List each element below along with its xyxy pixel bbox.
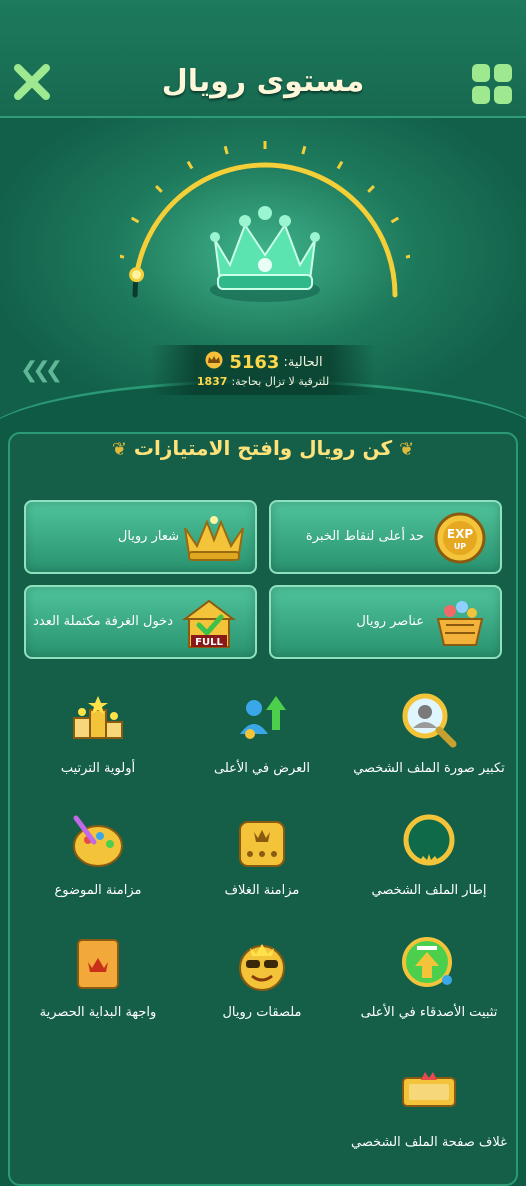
feature-label: تكبير صورة الملف الشخصي (353, 761, 505, 776)
level-progress-gauge (120, 141, 410, 302)
gauge-tick (301, 145, 307, 155)
card-exp-cap[interactable]: حد أعلى لنقاط الخبرة EXP UP (269, 500, 502, 574)
feature-label: إطار الملف الشخصي (371, 883, 487, 898)
gauge-tick (120, 253, 125, 259)
svg-text:UP: UP (454, 542, 466, 551)
card-label: دخول الغرفة مكتملة العدد (33, 613, 173, 629)
splash-screen-icon (68, 934, 128, 994)
page-title: مستوى رويال (161, 64, 365, 99)
gauge-tick (155, 185, 163, 193)
royal-sticker-icon (232, 934, 292, 994)
gauge-tick (130, 216, 140, 224)
gauge-tick (367, 185, 375, 193)
gauge-tick (186, 160, 194, 170)
upgrade-label: للترقية لا تزال بحاجة: (231, 375, 330, 388)
feature-label: العرض في الأعلى (214, 761, 310, 776)
card-label: شعار رويال (117, 528, 179, 544)
feature-magnify-avatar[interactable]: تكبير صورة الملف الشخصي (349, 690, 509, 780)
gauge-tick (390, 216, 400, 224)
feature-cover-sync[interactable]: مزامنة الغلاف (182, 812, 342, 902)
gauge-tick (405, 253, 410, 259)
card-label: حد أعلى لنقاط الخبرة (305, 528, 424, 544)
gauge-knob (129, 267, 145, 283)
feature-label: واجهة البداية الحصرية (39, 1005, 157, 1020)
card-royal-badge[interactable]: شعار رويال (24, 500, 257, 574)
card-full-room[interactable]: دخول الغرفة مكتملة العدد FULL (24, 585, 257, 659)
grid-menu-icon[interactable] (472, 64, 512, 104)
current-label: الحالية: (283, 354, 323, 370)
avatar-frame-icon (399, 812, 459, 872)
feature-avatar-frame[interactable]: إطار الملف الشخصي (349, 812, 509, 902)
feature-exclusive-splash[interactable]: واجهة البداية الحصرية (18, 934, 178, 1024)
profile-cover-icon (399, 1064, 459, 1124)
feature-pin-friends[interactable]: تثبيت الأصدقاء في الأعلى (349, 934, 509, 1024)
royal-crown-icon (179, 510, 249, 566)
privileges-title-row: ❦ كن رويال وافتح الامتيازات ❦ (0, 436, 526, 460)
gauge-tick (336, 160, 344, 170)
svg-text:EXP: EXP (447, 527, 473, 541)
feature-theme-sync[interactable]: مزامنة الموضوع (18, 812, 178, 902)
full-room-icon: FULL (181, 595, 237, 651)
feature-profile-cover[interactable]: غلاف صفحة الملف الشخصي (349, 1064, 509, 1154)
feature-royal-stickers[interactable]: ملصقات رويال (182, 934, 342, 1024)
feature-label: مزامنة الغلاف (224, 883, 300, 898)
magnify-avatar-icon (399, 690, 459, 750)
podium-icon (68, 690, 128, 750)
exp-up-icon: EXP UP (432, 510, 488, 566)
feature-label: مزامنة الموضوع (54, 883, 142, 898)
feature-label: أولوية الترتيب (60, 761, 136, 776)
gauge-tick (263, 141, 267, 149)
laurel-icon: ❦ (399, 439, 415, 460)
laurel-icon: ❦ (111, 439, 127, 460)
svg-text:FULL: FULL (195, 637, 223, 648)
top-display-icon (232, 690, 292, 750)
gauge-tick (223, 145, 229, 155)
small-crown-icon (203, 351, 225, 373)
crown-level-icon (210, 206, 320, 302)
top-bar: مستوى رويال (0, 0, 526, 118)
feature-label: تثبيت الأصدقاء في الأعلى (360, 1005, 498, 1020)
feature-label: ملصقات رويال (222, 1005, 302, 1020)
current-points: 5163 (229, 351, 280, 373)
card-royal-items[interactable]: عناصر رويال (269, 585, 502, 659)
card-label: عناصر رويال (356, 613, 424, 629)
theme-palette-icon (68, 812, 128, 872)
feature-label: غلاف صفحة الملف الشخصي (351, 1135, 507, 1150)
privileges-title: كن رويال وافتح الامتيازات (133, 436, 393, 460)
upgrade-needed: 1837 (196, 375, 228, 388)
previous-level-arrow-icon[interactable]: ❮❮❮ (20, 358, 63, 383)
feature-top-display[interactable]: العرض في الأعلى (182, 690, 342, 780)
royal-status-strip: الحالية: 5163 للترقية لا تزال بحاجة: 183… (150, 345, 376, 395)
royal-items-basket-icon (432, 595, 488, 651)
dice-icon (232, 812, 292, 872)
pin-friends-icon (399, 934, 459, 994)
feature-rank-priority[interactable]: أولوية الترتيب (18, 690, 178, 780)
